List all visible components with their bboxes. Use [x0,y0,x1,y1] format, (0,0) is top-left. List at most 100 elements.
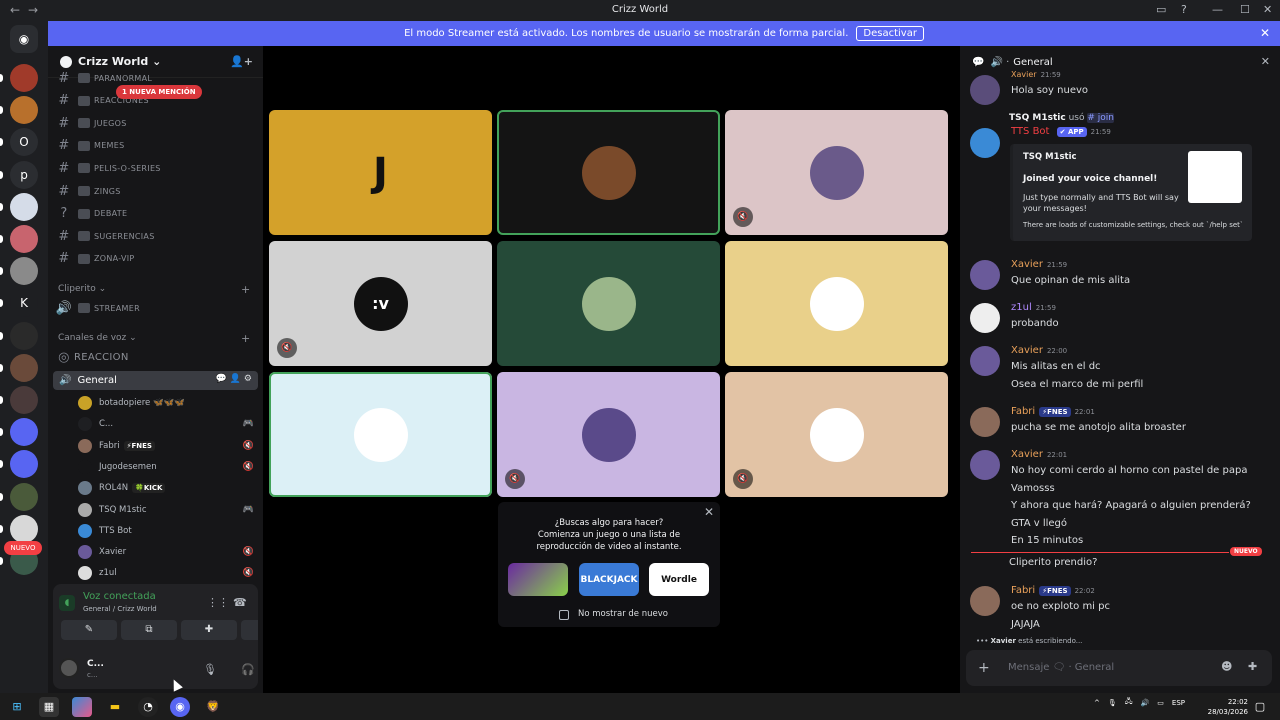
channel-memes[interactable]: # MEMES [54,136,259,156]
voice-user[interactable]: TTS Bot [78,521,258,541]
channel-juegos[interactable]: # JUEGOS [54,113,259,133]
channel-actions-icons[interactable]: 💬 👤 ⚙ [216,374,252,384]
banner-close-icon[interactable]: ✕ [1260,26,1270,40]
participant-tile[interactable]: 🔇 [725,372,948,497]
camera-toggle-button[interactable]: ✎ [61,620,117,640]
help-icon[interactable]: ? [1181,3,1187,16]
new-servers-badge[interactable]: NUEVO [4,541,42,555]
activities-button[interactable]: ✚ [181,620,237,640]
attach-plus-icon[interactable]: + [978,660,990,676]
voice-user[interactable]: z1ul 🔇 [78,563,258,583]
game-tile-wordle[interactable]: Wordle [649,563,709,596]
app-icon[interactable]: ◔ [138,697,158,717]
discord-taskbar-icon[interactable]: ◉ [170,697,190,717]
participant-tile[interactable]: 🔇 [725,110,948,235]
deactivate-button[interactable]: Desactivar [856,26,924,41]
voice-connected-status[interactable]: Voz conectada [83,591,156,602]
server-icon[interactable] [10,482,38,511]
message-avatar[interactable] [970,260,1000,290]
store-icon[interactable]: ▦ [39,697,59,717]
message-author[interactable]: Fabri ⚡FNES 22:01 [1011,406,1095,417]
participant-tile[interactable] [497,110,720,235]
new-mention-badge[interactable]: 1 NUEVA MENCIÓN [116,85,202,99]
channel-sugerencias[interactable]: # SUGERENCIAS [54,226,259,246]
bot-author[interactable]: TTS Bot ✔ APP 21:59 [1011,126,1111,137]
headphones-icon[interactable]: 🎧 [241,663,255,676]
tray-network-icon[interactable]: 🖧 [1125,697,1133,708]
participant-tile[interactable]: :v 🔇 [269,241,492,366]
server-icon[interactable] [10,225,38,253]
close-window-button[interactable]: ✕ [1263,3,1272,16]
channel-streamer[interactable]: 🔊 STREAMER [54,298,259,318]
message-author[interactable]: Xavier 21:59 [1011,259,1067,270]
user-avatar[interactable] [59,658,79,678]
message-input[interactable]: + Mensaje 🗨 · General ☻ ✚ [966,650,1272,686]
invite-icon[interactable]: 👤+ [230,55,253,68]
voice-user[interactable]: botadopiere 🦋🦋🦋 [78,393,258,413]
server-icon[interactable] [10,514,38,543]
server-icon[interactable] [10,418,38,447]
server-icon[interactable] [10,321,38,350]
message-avatar[interactable] [970,346,1000,376]
dont-show-checkbox[interactable] [559,610,569,620]
message-avatar[interactable] [970,303,1000,333]
message-avatar[interactable] [970,450,1000,480]
add-channel-icon[interactable]: + [241,283,250,296]
notifications-icon[interactable]: ▢ [1250,697,1270,717]
server-icon[interactable]: p [10,160,38,189]
participant-tile[interactable]: 🔇 [497,372,720,497]
noise-suppression-icon[interactable]: ⋮⋮ [207,596,229,609]
emoji-icon[interactable]: ☻ [1221,660,1232,673]
language-indicator[interactable]: ESP [1172,699,1185,707]
copilot-icon[interactable] [72,697,92,717]
message-author[interactable]: z1ul 21:59 [1011,302,1056,313]
tray-mic-icon[interactable]: 🎙 [1108,699,1117,707]
category-cliperito[interactable]: Cliperito ⌄ + [58,283,250,296]
tray-volume-icon[interactable]: 🔊 [1141,699,1150,707]
channel-reaccion[interactable]: ◎ REACCION [54,347,259,367]
soundboard-button[interactable]: ✺ [241,620,258,640]
screen-share-button[interactable]: ⧉ [121,620,177,640]
voice-user[interactable]: ROL4N 🍀KICK [78,478,258,498]
command-name[interactable]: # join [1087,113,1114,123]
server-icon[interactable] [10,450,38,479]
voice-user[interactable]: Jugodesemen 🔇 [78,457,258,477]
inbox-icon[interactable]: ▭ [1156,3,1166,16]
participant-tile[interactable] [725,241,948,366]
server-icon[interactable] [10,96,38,125]
add-voice-channel-icon[interactable]: + [241,332,250,345]
message-author[interactable]: Xavier 21:59 [1011,70,1061,79]
bot-avatar[interactable] [970,128,1000,158]
channel-pelis-o-series[interactable]: # PELIS-O-SERIES [54,158,259,178]
clock[interactable]: 22:02 28/03/2026 [1208,697,1248,717]
channel-debate[interactable]: ? DEBATE [54,204,259,224]
voice-user[interactable]: Fabri ⚡FNES 🔇 [78,436,258,456]
voice-channel-general[interactable]: 🔊 General 💬 👤 ⚙ [53,371,258,390]
category-voice-channels[interactable]: Canales de voz ⌄ + [58,332,250,345]
voice-user[interactable]: TSQ M1stic 🎮 [78,500,258,520]
tray-chevron-icon[interactable]: ^ [1094,699,1100,707]
message-avatar[interactable] [970,407,1000,437]
brave-browser-icon[interactable]: 🦁 [203,697,223,717]
channel-zona-vip[interactable]: # ZONA-VIP [54,249,259,269]
participant-tile[interactable] [269,372,492,497]
participant-tile[interactable]: J [269,110,492,235]
microphone-icon[interactable]: 🎙 [203,663,217,676]
server-icon[interactable]: K [10,289,38,318]
voice-user[interactable]: Xavier 🔇 [78,542,258,562]
message-author[interactable]: Fabri ⚡FNES 22:02 [1011,585,1095,596]
maximize-button[interactable]: ☐ [1240,3,1250,16]
server-icon[interactable] [10,64,38,92]
server-icon[interactable] [10,353,38,382]
game-tile-blackjack[interactable]: BLACKJACK [579,563,639,596]
chat-close-icon[interactable]: ✕ [1261,55,1270,68]
message-avatar[interactable] [970,586,1000,616]
file-explorer-icon[interactable]: ▬ [105,697,125,717]
server-icon[interactable] [10,192,38,221]
user-name[interactable]: C... [87,659,104,669]
server-icon[interactable] [10,386,38,414]
apps-icon[interactable]: ✚ [1248,660,1257,673]
command-user[interactable]: TSQ M1stic [1009,113,1066,123]
message-avatar[interactable] [970,75,1000,105]
server-icon[interactable]: O [10,128,38,157]
